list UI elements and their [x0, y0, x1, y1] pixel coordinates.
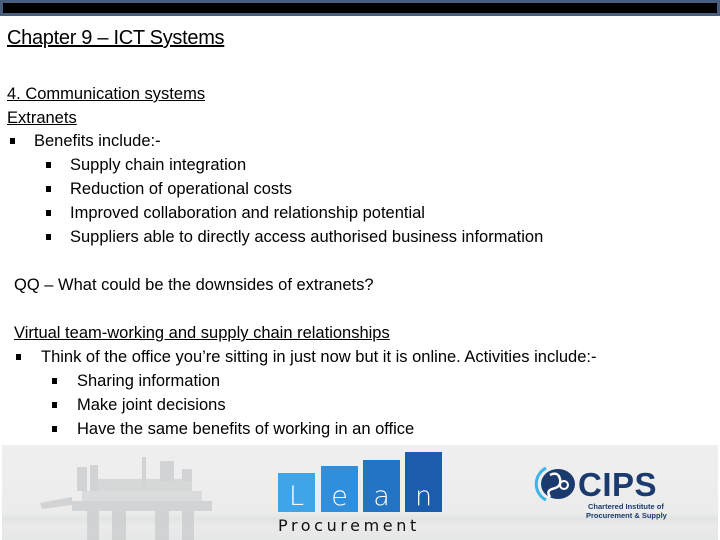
- list-item: Have the same benefits of working in an …: [77, 420, 415, 438]
- lean-letter: e: [331, 481, 348, 512]
- section-heading-communication: 4. Communication systems: [7, 85, 206, 103]
- bullet-icon: [16, 354, 21, 360]
- bullet-icon: [10, 138, 15, 144]
- lean-logo-subtitle: Procurement: [278, 516, 420, 535]
- top-header-bar: [0, 0, 720, 16]
- cips-subtitle-line2: Procurement & Supply: [586, 511, 667, 520]
- lean-logo-bar-a: a: [363, 460, 400, 512]
- list-item: Sharing information: [77, 372, 221, 390]
- cips-logo-text: CIPS: [578, 466, 658, 503]
- bullet-icon: [46, 234, 51, 240]
- footer-banner: L e a n Procurement CIPS Chartered Insti…: [2, 445, 718, 540]
- lean-letter: L: [288, 481, 305, 512]
- cips-subtitle-line1: Chartered Institute of: [588, 502, 664, 511]
- list-item: Make joint decisions: [77, 396, 226, 414]
- list-item: Reduction of operational costs: [70, 180, 292, 198]
- bullet-icon: [46, 162, 51, 168]
- bullet-icon: [52, 426, 57, 432]
- list-item: Benefits include:-: [34, 132, 161, 150]
- lean-letter: a: [373, 481, 390, 512]
- list-item: Supply chain integration: [70, 156, 247, 174]
- cips-emblem-icon: [534, 466, 575, 502]
- oil-rig-image: [40, 457, 212, 540]
- lean-logo-bar-n: n: [405, 452, 442, 512]
- bullet-icon: [52, 402, 57, 408]
- bullet-icon: [46, 186, 51, 192]
- lean-letter: n: [414, 481, 433, 512]
- subheading-extranets: Extranets: [7, 109, 77, 127]
- list-item: Improved collaboration and relationship …: [70, 204, 425, 222]
- list-item: Suppliers able to directly access author…: [70, 228, 544, 246]
- slide-title: Chapter 9 – ICT Systems: [7, 27, 225, 49]
- lean-logo-bar-l: L: [278, 473, 315, 512]
- bullet-icon: [52, 378, 57, 384]
- bullet-icon: [46, 210, 51, 216]
- section-heading-virtual-teams: Virtual team-working and supply chain re…: [14, 324, 390, 342]
- lean-logo-bar-e: e: [321, 466, 358, 512]
- question-text: QQ – What could be the downsides of extr…: [14, 276, 374, 294]
- list-item: Think of the office you’re sitting in ju…: [41, 348, 597, 366]
